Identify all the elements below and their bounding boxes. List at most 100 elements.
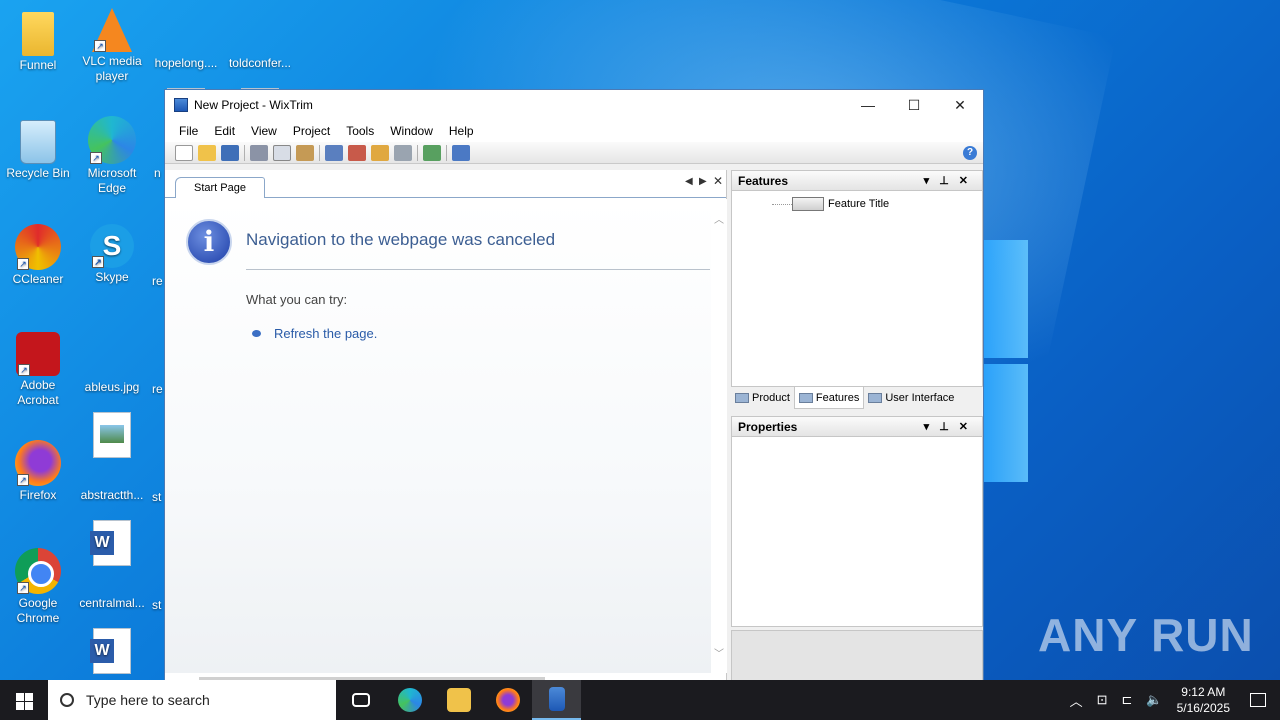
- desktop-icon-ccleaner[interactable]: ↗ CCleaner: [0, 224, 76, 287]
- menu-view[interactable]: View: [243, 124, 285, 138]
- skype-icon: S ↗: [90, 224, 134, 268]
- notification-center-icon[interactable]: [1250, 693, 1266, 707]
- desktop-icon-label: Adobe Acrobat: [17, 378, 59, 407]
- desktop-icon-firefox[interactable]: ↗ Firefox: [0, 440, 76, 503]
- taskbar-firefox[interactable]: [483, 680, 532, 720]
- save-icon[interactable]: [221, 144, 239, 161]
- windows-logo-wallpaper: [984, 240, 1030, 486]
- desktop-icon-label: Microsoft Edge: [87, 166, 137, 195]
- desktop-icon-abstractth[interactable]: abstractth...: [74, 440, 150, 566]
- panel-controls[interactable]: ▾⊥✕: [924, 171, 978, 191]
- new-file-icon[interactable]: [175, 144, 193, 161]
- error-heading: Navigation to the webpage was canceled: [246, 230, 556, 249]
- info-icon: i: [186, 219, 232, 265]
- tree-item-feature-title[interactable]: Feature Title: [828, 198, 889, 210]
- volume-icon[interactable]: 🔈: [1146, 692, 1162, 708]
- task-view-button[interactable]: [336, 680, 385, 720]
- acrobat-icon: ↗: [16, 332, 60, 376]
- validate-icon[interactable]: [348, 144, 366, 161]
- paste-icon[interactable]: [296, 144, 314, 161]
- menu-help[interactable]: Help: [441, 124, 482, 138]
- document-icon[interactable]: [452, 144, 470, 161]
- taskbar-search-box[interactable]: Type here to search: [48, 680, 336, 720]
- desktop-icon-recycle-bin[interactable]: Recycle Bin: [0, 116, 76, 181]
- menu-project[interactable]: Project: [285, 124, 338, 138]
- open-folder-icon[interactable]: [198, 144, 216, 161]
- find-icon[interactable]: [325, 144, 343, 161]
- desktop-icon-chrome[interactable]: ↗ Google Chrome: [0, 548, 76, 626]
- desktop-icon-acrobat[interactable]: ↗ Adobe Acrobat: [0, 332, 76, 408]
- wixtrim-window: New Project - WixTrim — ☐ ✕ File Edit Vi…: [164, 89, 984, 689]
- taskbar-edge[interactable]: [385, 680, 434, 720]
- menu-window[interactable]: Window: [382, 124, 441, 138]
- desktop-icon-label: VLC media player: [82, 54, 142, 83]
- device-icon[interactable]: ⊡: [1097, 692, 1108, 708]
- menu-tools[interactable]: Tools: [338, 124, 382, 138]
- menu-file[interactable]: File: [171, 124, 206, 138]
- taskbar-file-explorer[interactable]: [434, 680, 483, 720]
- build-icon[interactable]: [371, 144, 389, 161]
- panel-controls[interactable]: ▾⊥✕: [924, 417, 978, 437]
- document-area: Start Page ◀ ▶ ✕ i Navigation to the web…: [165, 170, 727, 688]
- show-hidden-icons-chevron-icon[interactable]: ︿: [1070, 691, 1083, 710]
- window-titlebar[interactable]: New Project - WixTrim — ☐ ✕: [165, 90, 983, 120]
- close-button[interactable]: ✕: [937, 90, 983, 120]
- menu-edit[interactable]: Edit: [206, 124, 243, 138]
- search-placeholder: Type here to search: [86, 692, 210, 708]
- tab-features-label: Features: [815, 391, 860, 404]
- tab-product-label: Product: [752, 392, 790, 404]
- window-title: New Project - WixTrim: [194, 98, 313, 112]
- desktop-icon-ableus[interactable]: ableus.jpg: [74, 332, 150, 458]
- firefox-icon: [495, 688, 520, 712]
- features-icon: [798, 392, 813, 403]
- features-panel-title: Features: [738, 174, 789, 188]
- desktop-icon-label: hopelong....: [154, 56, 218, 70]
- desktop-icon-label: Google Chrome: [16, 596, 60, 625]
- network-icon[interactable]: ⊏: [1122, 692, 1133, 708]
- scroll-down-icon[interactable]: ﹀: [714, 645, 724, 660]
- recycle-bin-icon: [20, 120, 56, 164]
- tab-features[interactable]: Features: [793, 387, 865, 409]
- start-button[interactable]: [0, 680, 48, 720]
- firefox-icon: ↗: [15, 440, 61, 486]
- edge-icon: [397, 688, 422, 712]
- tab-product[interactable]: Product: [731, 387, 794, 409]
- tree-line: [772, 203, 792, 205]
- cut-icon[interactable]: [250, 144, 268, 161]
- desktop-icon-funnel[interactable]: Funnel: [0, 8, 76, 73]
- vertical-scrollbar[interactable]: ︿ ﹀: [711, 199, 727, 673]
- desktop-icon-label-clipped: st: [152, 490, 162, 504]
- help-icon[interactable]: ?: [963, 146, 977, 160]
- settings-icon[interactable]: [394, 144, 412, 161]
- tab-scroll-left-icon[interactable]: ◀: [685, 176, 693, 187]
- taskbar: Type here to search ︿ ⊡ ⊏ 🔈 9:12 AM 5/16…: [0, 680, 1280, 720]
- refresh-link[interactable]: Refresh the page.: [274, 326, 377, 341]
- scroll-up-icon[interactable]: ︿: [714, 211, 724, 226]
- wixtrim-app-icon: [548, 687, 565, 711]
- desktop-icon-edge[interactable]: ↗ Microsoft Edge: [74, 116, 150, 196]
- desktop-icon-label: Firefox: [19, 488, 57, 502]
- chrome-icon: ↗: [15, 548, 61, 594]
- tab-scroll-right-icon[interactable]: ▶: [699, 176, 707, 187]
- tab-user-interface[interactable]: User Interface: [864, 387, 958, 409]
- user-interface-icon: [868, 393, 883, 403]
- properties-panel: Properties ▾⊥✕: [731, 416, 983, 627]
- copy-icon[interactable]: [273, 144, 291, 161]
- minimize-button[interactable]: —: [845, 90, 891, 120]
- desktop-icon-skype[interactable]: S ↗ Skype: [74, 224, 150, 285]
- desktop-icon-toldconfer[interactable]: toldconfer...: [222, 8, 298, 134]
- desktop-icon-vlc[interactable]: ↗ VLC media player: [74, 8, 150, 84]
- document-tabstrip: Start Page ◀ ▶ ✕: [165, 170, 726, 198]
- taskbar-wixtrim[interactable]: [532, 680, 581, 720]
- maximize-button[interactable]: ☐: [891, 90, 937, 120]
- features-tree: Feature Title: [772, 197, 889, 211]
- desktop-icon-centralmal[interactable]: centralmal...: [74, 548, 150, 674]
- tab-start-page[interactable]: Start Page: [175, 177, 265, 198]
- product-icon: [735, 393, 749, 403]
- tab-close-icon[interactable]: ✕: [713, 174, 723, 188]
- features-panel-header: Features ▾⊥✕: [732, 171, 982, 191]
- taskbar-clock[interactable]: 9:12 AM 5/16/2025: [1177, 684, 1230, 716]
- folder-icon: [22, 12, 54, 56]
- refresh-icon[interactable]: [423, 144, 441, 161]
- desktop-icon-hopelong[interactable]: hopelong....: [148, 8, 224, 134]
